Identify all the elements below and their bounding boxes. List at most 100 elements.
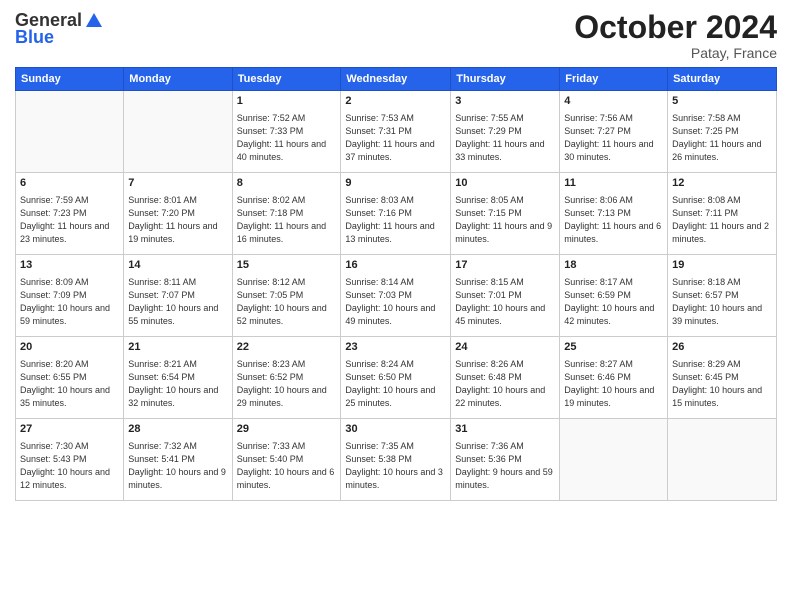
calendar-cell: 24 Sunrise: 8:26 AM Sunset: 6:48 PM Dayli… [451, 337, 560, 419]
calendar-cell: 26 Sunrise: 8:29 AM Sunset: 6:45 PM Dayli… [668, 337, 777, 419]
day-info: Sunrise: 7:32 AM Sunset: 5:41 PM Dayligh… [128, 440, 227, 492]
day-number: 21 [128, 340, 227, 355]
day-number: 9 [345, 176, 446, 191]
calendar-cell: 5Sunrise: 7:58 AM Sunset: 7:25 PM Daylig… [668, 91, 777, 173]
day-number: 6 [20, 176, 119, 191]
day-number: 10 [455, 176, 555, 191]
day-number: 2 [345, 94, 446, 109]
day-info: Sunrise: 7:52 AM Sunset: 7:33 PM Dayligh… [237, 112, 337, 164]
day-info: Sunrise: 8:29 AM Sunset: 6:45 PM Dayligh… [672, 358, 772, 410]
calendar-cell: 13 Sunrise: 8:09 AM Sunset: 7:09 PM Dayli… [16, 255, 124, 337]
day-number: 30 [345, 422, 446, 437]
logo-blue-text: Blue [15, 27, 54, 48]
calendar-cell: 10 Sunrise: 8:05 AM Sunset: 7:15 PM Dayli… [451, 173, 560, 255]
calendar-cell: 12Sunrise: 8:08 AM Sunset: 7:11 PM Dayli… [668, 173, 777, 255]
calendar-cell [560, 419, 668, 501]
day-info: Sunrise: 7:55 AM Sunset: 7:29 PM Dayligh… [455, 112, 555, 164]
day-number: 16 [345, 258, 446, 273]
calendar-cell: 23Sunrise: 8:24 AM Sunset: 6:50 PM Dayli… [341, 337, 451, 419]
location: Patay, France [574, 45, 777, 61]
day-number: 25 [564, 340, 663, 355]
calendar-cell: 18 Sunrise: 8:17 AM Sunset: 6:59 PM Dayli… [560, 255, 668, 337]
calendar-cell: 6 Sunrise: 7:59 AM Sunset: 7:23 PM Daylig… [16, 173, 124, 255]
day-number: 12 [672, 176, 772, 191]
day-number: 24 [455, 340, 555, 355]
calendar-cell: 3 Sunrise: 7:55 AM Sunset: 7:29 PM Daylig… [451, 91, 560, 173]
day-number: 8 [237, 176, 337, 191]
day-info: Sunrise: 8:15 AM Sunset: 7:01 PM Dayligh… [455, 276, 555, 328]
day-number: 31 [455, 422, 555, 437]
calendar-cell: 29 Sunrise: 7:33 AM Sunset: 5:40 PM Dayli… [232, 419, 341, 501]
day-info: Sunrise: 7:35 AM Sunset: 5:38 PM Dayligh… [345, 440, 446, 492]
day-number: 27 [20, 422, 119, 437]
day-info: Sunrise: 8:03 AM Sunset: 7:16 PM Dayligh… [345, 194, 446, 246]
calendar-cell: 30 Sunrise: 7:35 AM Sunset: 5:38 PM Dayli… [341, 419, 451, 501]
day-info: Sunrise: 7:56 AM Sunset: 7:27 PM Dayligh… [564, 112, 663, 164]
day-number: 1 [237, 94, 337, 109]
calendar-cell: 20 Sunrise: 8:20 AM Sunset: 6:55 PM Dayli… [16, 337, 124, 419]
calendar-table: SundayMondayTuesdayWednesdayThursdayFrid… [15, 67, 777, 501]
calendar-week-row: 27Sunrise: 7:30 AM Sunset: 5:43 PM Dayli… [16, 419, 777, 501]
day-number: 4 [564, 94, 663, 109]
calendar-cell [668, 419, 777, 501]
day-info: Sunrise: 7:53 AM Sunset: 7:31 PM Dayligh… [345, 112, 446, 164]
day-info: Sunrise: 8:09 AM Sunset: 7:09 PM Dayligh… [20, 276, 119, 328]
header-day-friday: Friday [560, 68, 668, 91]
calendar-cell: 31 Sunrise: 7:36 AM Sunset: 5:36 PM Dayli… [451, 419, 560, 501]
header: General Blue October 2024 Patay, France [15, 10, 777, 61]
day-info: Sunrise: 8:26 AM Sunset: 6:48 PM Dayligh… [455, 358, 555, 410]
day-info: Sunrise: 7:59 AM Sunset: 7:23 PM Dayligh… [20, 194, 119, 246]
day-info: Sunrise: 8:06 AM Sunset: 7:13 PM Dayligh… [564, 194, 663, 246]
day-info: Sunrise: 8:27 AM Sunset: 6:46 PM Dayligh… [564, 358, 663, 410]
day-number: 28 [128, 422, 227, 437]
day-number: 11 [564, 176, 663, 191]
day-number: 20 [20, 340, 119, 355]
calendar-cell: 15Sunrise: 8:12 AM Sunset: 7:05 PM Dayli… [232, 255, 341, 337]
day-info: Sunrise: 8:11 AM Sunset: 7:07 PM Dayligh… [128, 276, 227, 328]
calendar-cell: 9 Sunrise: 8:03 AM Sunset: 7:16 PM Daylig… [341, 173, 451, 255]
day-number: 22 [237, 340, 337, 355]
day-info: Sunrise: 8:20 AM Sunset: 6:55 PM Dayligh… [20, 358, 119, 410]
calendar-cell: 17 Sunrise: 8:15 AM Sunset: 7:01 PM Dayli… [451, 255, 560, 337]
logo-icon [84, 11, 104, 31]
day-number: 7 [128, 176, 227, 191]
calendar-cell: 14Sunrise: 8:11 AM Sunset: 7:07 PM Dayli… [124, 255, 232, 337]
calendar-cell: 19 Sunrise: 8:18 AM Sunset: 6:57 PM Dayli… [668, 255, 777, 337]
calendar-week-row: 6 Sunrise: 7:59 AM Sunset: 7:23 PM Daylig… [16, 173, 777, 255]
day-number: 23 [345, 340, 446, 355]
calendar-cell: 22Sunrise: 8:23 AM Sunset: 6:52 PM Dayli… [232, 337, 341, 419]
calendar-cell: 16 Sunrise: 8:14 AM Sunset: 7:03 PM Dayli… [341, 255, 451, 337]
logo: General Blue [15, 10, 104, 48]
day-info: Sunrise: 8:01 AM Sunset: 7:20 PM Dayligh… [128, 194, 227, 246]
day-number: 3 [455, 94, 555, 109]
calendar-week-row: 20 Sunrise: 8:20 AM Sunset: 6:55 PM Dayli… [16, 337, 777, 419]
day-info: Sunrise: 8:14 AM Sunset: 7:03 PM Dayligh… [345, 276, 446, 328]
calendar-cell: 21 Sunrise: 8:21 AM Sunset: 6:54 PM Dayli… [124, 337, 232, 419]
calendar-cell: 25 Sunrise: 8:27 AM Sunset: 6:46 PM Dayli… [560, 337, 668, 419]
calendar-cell: 1 Sunrise: 7:52 AM Sunset: 7:33 PM Daylig… [232, 91, 341, 173]
calendar-cell: 27Sunrise: 7:30 AM Sunset: 5:43 PM Dayli… [16, 419, 124, 501]
calendar-cell: 11 Sunrise: 8:06 AM Sunset: 7:13 PM Dayli… [560, 173, 668, 255]
day-info: Sunrise: 8:21 AM Sunset: 6:54 PM Dayligh… [128, 358, 227, 410]
day-info: Sunrise: 7:33 AM Sunset: 5:40 PM Dayligh… [237, 440, 337, 492]
header-day-tuesday: Tuesday [232, 68, 341, 91]
day-info: Sunrise: 8:02 AM Sunset: 7:18 PM Dayligh… [237, 194, 337, 246]
calendar-cell [16, 91, 124, 173]
calendar-week-row: 1 Sunrise: 7:52 AM Sunset: 7:33 PM Daylig… [16, 91, 777, 173]
day-info: Sunrise: 8:05 AM Sunset: 7:15 PM Dayligh… [455, 194, 555, 246]
day-number: 26 [672, 340, 772, 355]
calendar-cell: 7 Sunrise: 8:01 AM Sunset: 7:20 PM Daylig… [124, 173, 232, 255]
day-number: 19 [672, 258, 772, 273]
calendar-cell: 8 Sunrise: 8:02 AM Sunset: 7:18 PM Daylig… [232, 173, 341, 255]
day-number: 18 [564, 258, 663, 273]
title-block: October 2024 Patay, France [574, 10, 777, 61]
day-info: Sunrise: 8:18 AM Sunset: 6:57 PM Dayligh… [672, 276, 772, 328]
day-info: Sunrise: 8:17 AM Sunset: 6:59 PM Dayligh… [564, 276, 663, 328]
day-number: 29 [237, 422, 337, 437]
header-day-sunday: Sunday [16, 68, 124, 91]
day-number: 17 [455, 258, 555, 273]
day-number: 13 [20, 258, 119, 273]
day-info: Sunrise: 7:36 AM Sunset: 5:36 PM Dayligh… [455, 440, 555, 492]
calendar-cell: 4 Sunrise: 7:56 AM Sunset: 7:27 PM Daylig… [560, 91, 668, 173]
calendar-week-row: 13 Sunrise: 8:09 AM Sunset: 7:09 PM Dayli… [16, 255, 777, 337]
